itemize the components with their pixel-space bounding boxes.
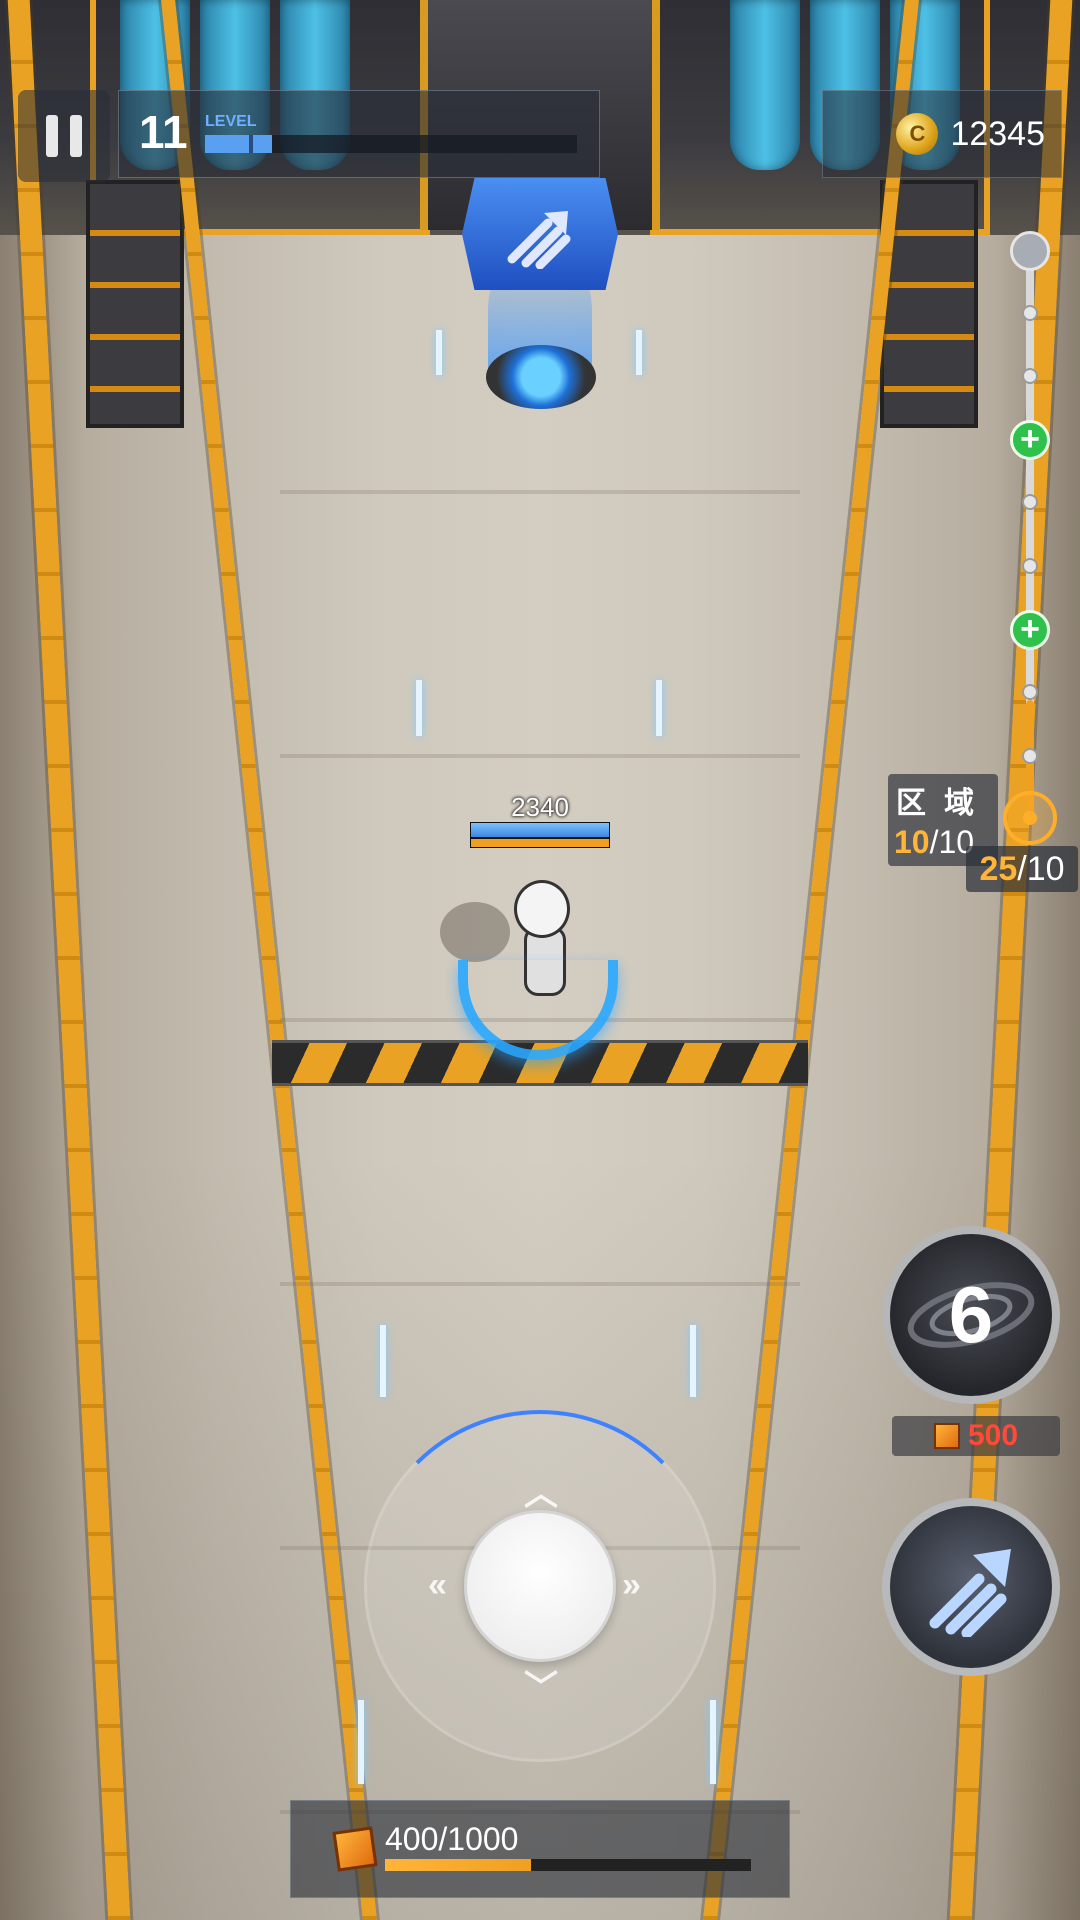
player-hp-fill xyxy=(471,823,609,837)
route-node xyxy=(1022,558,1038,574)
level-progress-fill xyxy=(205,135,272,153)
floor-light xyxy=(656,680,662,736)
resource-bar xyxy=(385,1859,751,1871)
player-hp-value: 2340 xyxy=(511,792,569,822)
crate-icon xyxy=(933,1423,960,1449)
player-hp-bar xyxy=(470,822,610,838)
route-node xyxy=(1022,748,1038,764)
upgrade-arrows-icon xyxy=(507,211,571,269)
player-helmet xyxy=(514,880,570,938)
floor-light xyxy=(416,680,422,736)
zone-count: 10/10 xyxy=(894,824,975,860)
chevron-right-icon: » xyxy=(622,1566,641,1604)
player-shield-fill xyxy=(471,839,609,847)
zone-label: 区域 xyxy=(896,787,992,820)
skill-cost-value: 500 xyxy=(967,1419,1019,1452)
kill-current: 25 xyxy=(979,850,1018,888)
route-progress-track xyxy=(1026,250,1034,820)
floor-light xyxy=(358,1700,364,1784)
skill-button[interactable]: 6 xyxy=(882,1226,1060,1404)
dash-arrows-icon xyxy=(929,1549,1011,1637)
dash-button[interactable] xyxy=(882,1498,1060,1676)
coin-icon: C xyxy=(896,113,939,155)
pause-button[interactable] xyxy=(18,90,110,182)
target-dot xyxy=(1023,811,1037,825)
skill-cost: 500 xyxy=(892,1416,1060,1456)
crate-icon xyxy=(332,1826,378,1872)
coin-counter: C 12345 xyxy=(822,90,1062,178)
skill-charges: 6 xyxy=(948,1270,994,1359)
floor-light xyxy=(436,330,442,375)
floor-light xyxy=(636,330,642,375)
resource-value: 400/1000 xyxy=(385,1821,519,1857)
route-node xyxy=(1022,368,1038,384)
level-progress-bar xyxy=(205,135,577,153)
zone-current: 10 xyxy=(894,824,930,860)
kill-total: 10 xyxy=(1026,850,1065,888)
pause-icon xyxy=(46,115,58,157)
route-node xyxy=(1022,305,1038,321)
target-icon xyxy=(1003,791,1057,845)
resource-bar-fill xyxy=(385,1859,532,1871)
level-panel: 11 LEVEL xyxy=(118,90,600,178)
pause-icon xyxy=(70,115,82,157)
route-node xyxy=(1022,684,1038,700)
player-shield-bar xyxy=(470,838,610,848)
player-shadow xyxy=(440,902,510,962)
chevron-up-icon: ︿ xyxy=(524,1475,558,1513)
chevron-left-icon: « xyxy=(428,1566,447,1604)
heal-plus-icon: + xyxy=(1010,420,1050,460)
route-node-start xyxy=(1010,231,1050,271)
heal-plus-icon: + xyxy=(1010,610,1050,650)
level-value: 11 xyxy=(139,106,188,158)
resource-panel: 400/1000 xyxy=(290,1800,790,1898)
level-label: LEVEL xyxy=(205,113,257,130)
floor-light xyxy=(690,1325,696,1397)
kill-counter: 25/10 xyxy=(966,846,1078,892)
floor-light xyxy=(380,1325,386,1397)
floor-light xyxy=(710,1700,716,1784)
side-machine xyxy=(86,180,184,428)
powerup-pickup[interactable] xyxy=(462,178,618,290)
coin-value: 12345 xyxy=(950,114,1045,153)
joystick-knob[interactable] xyxy=(464,1510,616,1662)
powerup-pedestal xyxy=(486,345,596,409)
chevron-down-icon: ﹀ xyxy=(524,1669,558,1707)
route-node xyxy=(1022,494,1038,510)
